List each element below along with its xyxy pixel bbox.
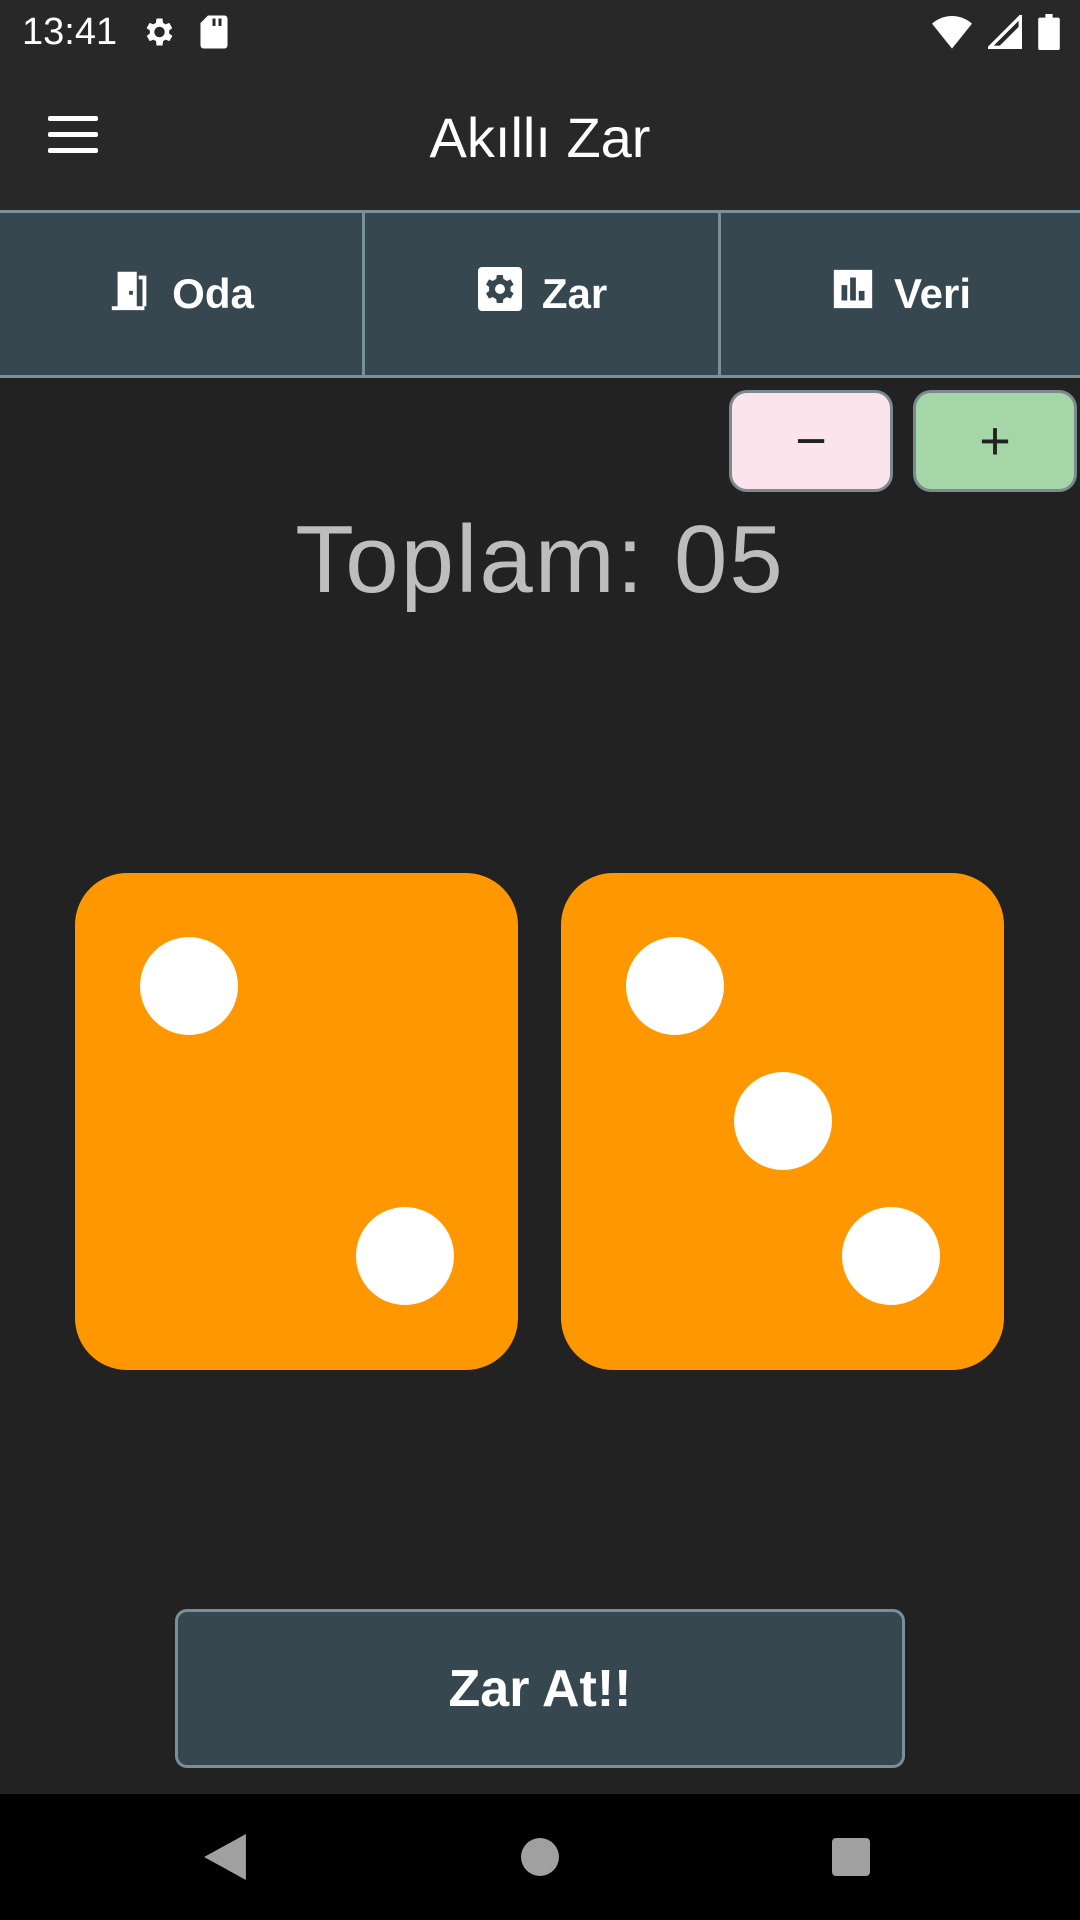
tab-veri[interactable]: Veri [718,213,1080,375]
die[interactable] [75,873,518,1370]
sd-card-icon [198,14,230,55]
tab-label-veri: Veri [893,270,972,317]
die-pip [626,937,724,1035]
die-pip [734,1072,832,1170]
recents-icon[interactable] [832,1838,870,1876]
bar-chart-icon [830,266,876,322]
gear-box-icon [476,265,524,323]
wifi-icon [932,15,972,54]
tab-oda[interactable]: Oda [0,213,362,375]
decrease-dice-button[interactable]: − [729,390,893,492]
app-bar: Akıllı Zar [0,64,1080,210]
die-pip [842,1207,940,1305]
status-time: 13:41 [22,11,118,53]
roll-dice-button[interactable]: Zar At!! [175,1609,905,1768]
navigation-bar [0,1794,1080,1920]
die[interactable] [561,873,1004,1370]
signal-icon [985,12,1022,54]
total-label: Toplam: 05 [295,506,785,613]
app-title: Akıllı Zar [429,106,651,169]
tab-zar[interactable]: Zar [362,213,718,375]
tab-label-oda: Oda [172,270,254,317]
increase-dice-button[interactable]: + [913,390,1077,492]
status-bar: 13:41 [0,0,1080,64]
settings-icon [140,14,176,55]
door-icon [108,265,154,323]
home-icon[interactable] [521,1838,559,1876]
die-pip [356,1207,454,1305]
die-pip [140,937,238,1035]
tab-label-zar: Zar [541,270,608,317]
back-icon[interactable] [204,1834,246,1885]
tab-bar: Oda Zar Veri [0,210,1080,378]
battery-icon [1038,14,1060,55]
